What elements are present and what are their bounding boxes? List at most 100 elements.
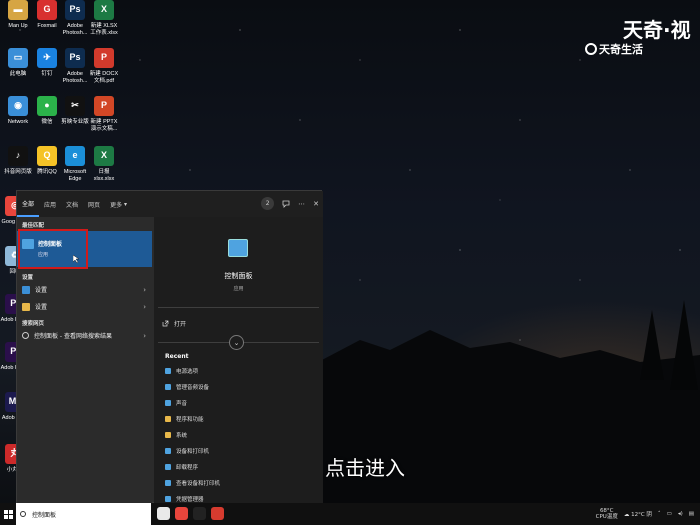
recent-item[interactable]: 程序和功能 <box>165 415 204 423</box>
preview-subtitle: 应用 <box>233 286 244 292</box>
control-panel-large-icon <box>228 239 248 257</box>
desktop-icon[interactable]: P 新建 DOCX 文档.pdf <box>89 48 119 85</box>
search-icon <box>20 511 26 517</box>
desktop-icon-label: Microsoft Edge <box>63 169 87 182</box>
computer-icon: ▭ <box>8 48 28 68</box>
divider <box>158 307 319 308</box>
close-icon[interactable]: ✕ <box>313 200 319 208</box>
desktop-icon-label: 钉钉 <box>41 71 53 77</box>
control-panel-item-icon <box>165 496 171 502</box>
chevron-right-icon: › <box>143 285 146 294</box>
watermark-logo-icon <box>585 43 597 55</box>
tab-apps[interactable]: 应用 <box>39 191 61 217</box>
collapse-toggle-chevron-icon[interactable]: ⌄ <box>229 335 244 350</box>
taskbar-pinned-apps <box>157 507 224 520</box>
baidu-netdisk-icon[interactable] <box>157 507 170 520</box>
capcut-icon[interactable] <box>193 507 206 520</box>
weather-text: 12°C 阴 <box>631 512 652 518</box>
windows-logo-icon <box>3 509 13 519</box>
rewards-badge[interactable]: 2 <box>261 197 275 210</box>
dingtalk-icon: ✈ <box>37 48 57 68</box>
wps-icon[interactable] <box>211 507 224 520</box>
recent-item[interactable]: 系统 <box>165 431 187 439</box>
xlsx-file-icon: X <box>94 0 114 20</box>
chevron-right-icon: › <box>143 331 146 340</box>
result-preview-pane: 控制面板 应用 打开 ⌄ Recent 电源选项管理音频设备 声音程序和功能系统设… <box>154 217 323 504</box>
recent-item[interactable]: 设备和打印机 <box>165 447 209 455</box>
pdf-file-icon: P <box>94 48 114 68</box>
tab-web[interactable]: 网页 <box>83 191 105 217</box>
chevron-right-icon: › <box>143 302 146 311</box>
cloud-icon: ☁ <box>623 512 630 518</box>
desktop-icon[interactable]: ✈ 钉钉 <box>32 48 62 78</box>
tab-documents[interactable]: 文档 <box>61 191 83 217</box>
desktop-icon[interactable]: ◉ Network <box>3 96 33 126</box>
desktop-icon-label: 日报xlsx.xlsx <box>93 169 115 182</box>
desktop-icon[interactable]: P 新建 PPTX 演示文稿... <box>89 96 119 133</box>
notification-icon[interactable]: ▤ <box>689 511 694 517</box>
network-icon[interactable]: ▭ <box>667 511 672 517</box>
recent-item[interactable]: 查看设备和打印机 <box>165 479 220 487</box>
tab-all[interactable]: 全部 <box>17 191 40 217</box>
desktop-icon-label: Foxmail <box>37 23 57 29</box>
desktop-icon[interactable]: X 日报xlsx.xlsx <box>89 146 119 183</box>
recent-header: Recent <box>165 353 189 360</box>
desktop-icon[interactable]: Q 腾讯QQ <box>32 146 62 176</box>
recent-item[interactable]: 管理音频设备 <box>165 383 209 391</box>
search-icon <box>22 332 29 339</box>
qq-icon: Q <box>37 146 57 166</box>
desktop-icon[interactable]: ✂ 剪映专业版 <box>60 96 90 126</box>
desktop-icon[interactable]: e Microsoft Edge <box>60 146 90 183</box>
desktop-icon[interactable]: ▬ Man Up <box>3 0 33 30</box>
network-icon: ◉ <box>8 96 28 116</box>
desktop-icon-label: Adobe Photosh... <box>62 71 88 84</box>
recent-item-label: 卸载程序 <box>176 465 199 471</box>
weather-widget[interactable]: ☁ 12°C 阴 <box>624 510 652 518</box>
chrome-icon[interactable] <box>175 507 188 520</box>
tab-more[interactable]: 更多 ▾ <box>105 191 132 217</box>
web-search-result[interactable]: 控制面板 - 查看网络搜索结果 › <box>17 327 152 344</box>
recent-item[interactable]: 卸载程序 <box>165 463 198 471</box>
watermark: 天奇·视 天奇生活 <box>585 14 700 58</box>
settings-result-2[interactable]: 设置 › <box>17 298 152 315</box>
desktop-icon[interactable]: ▭ 此电脑 <box>3 48 33 78</box>
desktop-icon[interactable]: ♪ 抖音网页版 <box>3 146 33 176</box>
desktop-icon[interactable]: G Foxmail <box>32 0 62 30</box>
control-panel-item-icon <box>165 384 171 390</box>
feedback-icon[interactable] <box>282 200 290 208</box>
search-filter-bar: 全部 应用 文档 网页 更多 ▾ 2 ⋯ ✕ <box>17 191 323 217</box>
foxmail-icon: G <box>37 0 57 20</box>
desktop-icon[interactable]: Ps Adobe Photosh... <box>60 0 90 37</box>
open-action[interactable]: 打开 <box>162 319 186 328</box>
open-icon <box>162 320 169 327</box>
cpu-temp-label: CPU温度 <box>595 514 618 520</box>
volume-icon[interactable]: ◂) <box>678 511 683 517</box>
recent-item[interactable]: 电源选项 <box>165 367 198 375</box>
desktop-icon[interactable]: X 新建 XLSX 工作表.xlsx <box>89 0 119 37</box>
pptx-file-icon: P <box>94 96 114 116</box>
preview-title: 控制面板 <box>224 272 253 280</box>
desktop-icon-label: 抖音网页版 <box>4 169 32 175</box>
desktop-icon-label: 腾讯QQ <box>37 169 57 175</box>
highlight-box <box>18 229 88 269</box>
photoshop-icon: Ps <box>65 0 85 20</box>
cpu-temperature[interactable]: 68°C CPU温度 <box>596 508 618 520</box>
recent-item[interactable]: 凭据管理器 <box>165 495 204 503</box>
xlsx-file-icon: X <box>94 146 114 166</box>
watermark-sub: 天奇生活 <box>585 41 643 57</box>
settings-result-1[interactable]: 设置 › <box>17 281 152 298</box>
chevron-up-icon[interactable]: ˄ <box>658 511 661 517</box>
settings-result-label: 设置 <box>35 304 48 311</box>
control-panel-item-icon <box>165 480 171 486</box>
recent-item-label: 设备和打印机 <box>176 449 210 455</box>
settings-icon <box>22 285 30 294</box>
desktop-icon[interactable]: ● 微信 <box>32 96 62 126</box>
folder-icon: ▬ <box>8 0 28 20</box>
taskbar-search-box[interactable]: 控制面板 <box>16 503 151 525</box>
start-button[interactable] <box>0 503 16 525</box>
watermark-main: 天奇·视 <box>623 18 691 42</box>
more-options-icon[interactable]: ⋯ <box>298 200 305 208</box>
recent-item[interactable]: 声音 <box>165 399 187 407</box>
desktop-icon[interactable]: Ps Adobe Photosh... <box>60 48 90 85</box>
best-match-header: 最佳匹配 <box>22 223 45 229</box>
